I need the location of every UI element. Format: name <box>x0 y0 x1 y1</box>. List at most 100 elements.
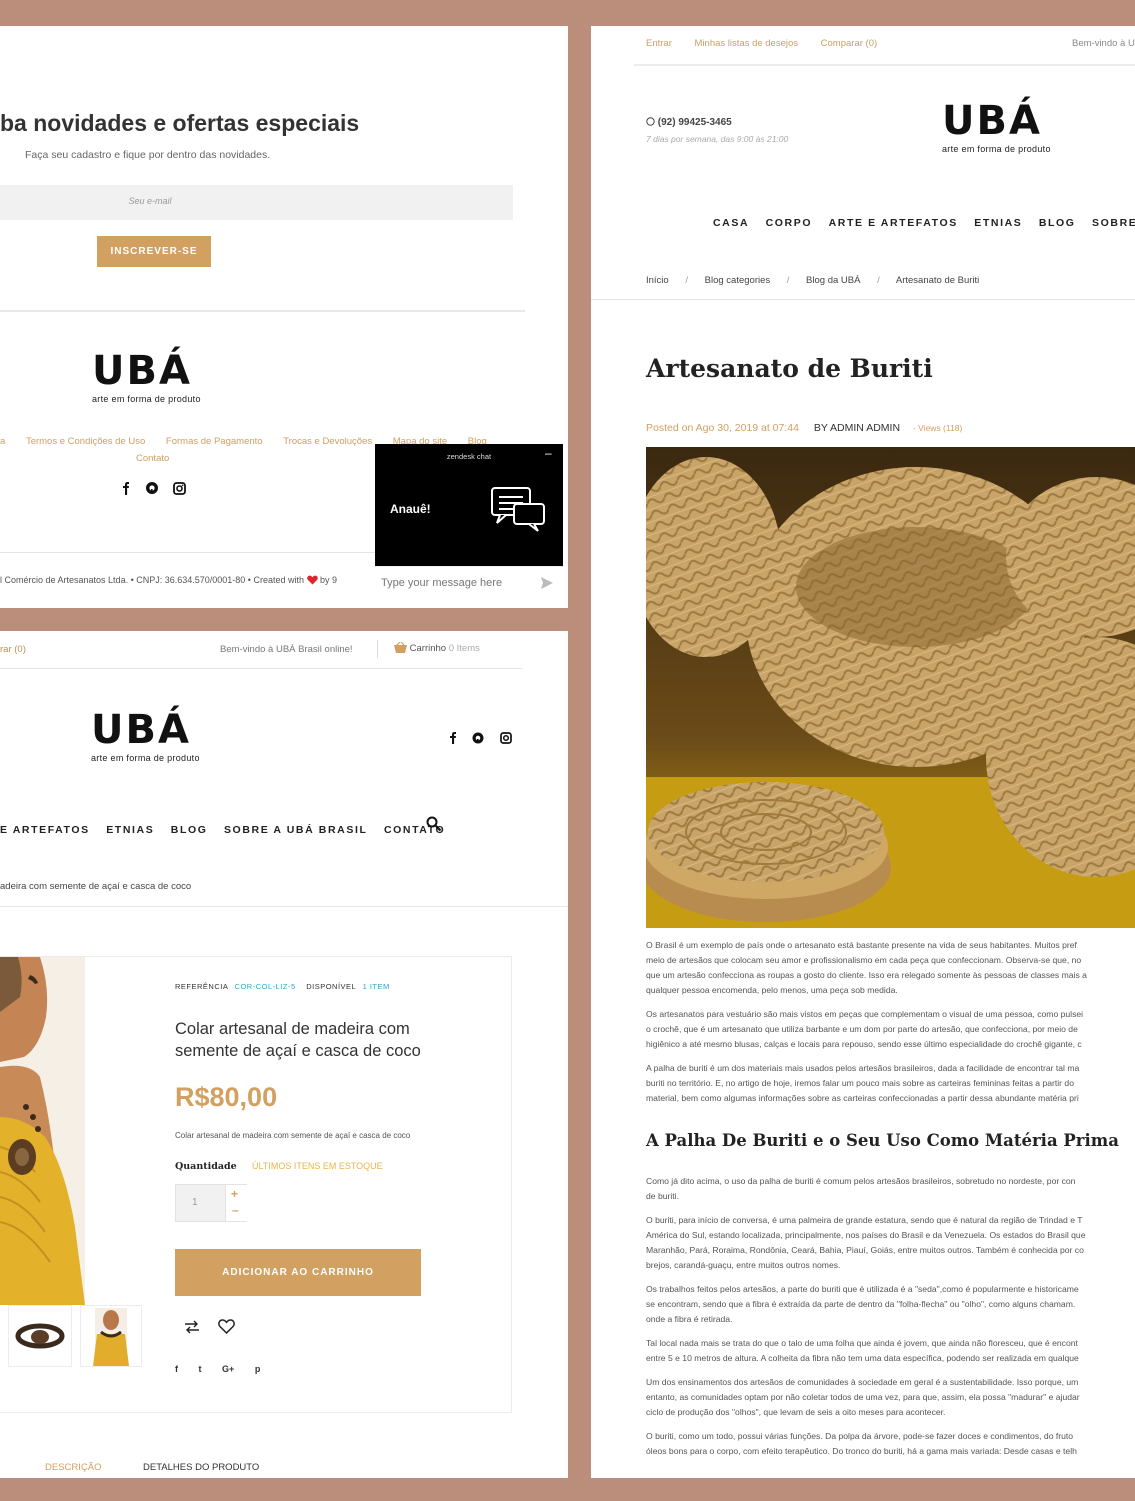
header-logo[interactable]: UBÁ arte em forma de produto <box>91 709 200 763</box>
newsletter-footer-panel: ba novidades e ofertas especiais Faça se… <box>0 26 568 608</box>
email-placeholder: Seu e-mail <box>128 196 172 206</box>
login-link[interactable]: Entrar <box>646 38 672 49</box>
paragraph-9: O buriti, como um todo, possui várias fu… <box>646 1431 1077 1456</box>
quantity-input[interactable]: 1 <box>192 1197 198 1208</box>
header-social <box>448 730 514 746</box>
facebook-icon[interactable] <box>450 732 456 744</box>
paragraph-5: O buriti, para início de conversa, é uma… <box>646 1215 1086 1270</box>
main-nav: E ARTEFATOS ETNIAS BLOG SOBRE A UBÁ BRAS… <box>0 820 445 838</box>
chat-minimize-button[interactable]: – <box>545 446 552 460</box>
available-value: 1 ITEM <box>362 982 390 991</box>
thumbnail-necklace[interactable] <box>8 1305 72 1367</box>
share-links: f t G+ p <box>175 1364 260 1374</box>
phone-number[interactable]: (92) 99425-3465 <box>646 117 732 128</box>
quantity-label: Quantidade <box>175 1161 237 1172</box>
nav-item-etnias[interactable]: ETNIAS <box>974 217 1022 229</box>
copyright: l Comércio de Artesanatos Ltda. • CNPJ: … <box>0 575 338 585</box>
paragraph-2: Os artesanatos para vestuário são mais v… <box>646 1009 1084 1049</box>
add-to-cart-button[interactable]: ADICIONAR AO CARRINHO <box>175 1249 421 1296</box>
nav-item-blog[interactable]: BLOG <box>1039 217 1076 229</box>
post-featured-image <box>646 447 1135 928</box>
opening-hours: 7 dias por semana, das 9:00 às 21:00 <box>646 134 789 144</box>
post-body-main: Como já dito acima, o uso da palha de bu… <box>646 1174 1086 1468</box>
breadcrumb-blog-categories[interactable]: Blog categories <box>705 275 770 286</box>
tab-description[interactable]: DESCRIÇÃO <box>45 1462 101 1473</box>
nav-item-casa[interactable]: CASA <box>713 217 749 229</box>
wishlist-heart-icon[interactable] <box>218 1319 235 1334</box>
pinterest-icon[interactable] <box>472 732 484 744</box>
share-pinterest-icon[interactable]: p <box>255 1364 261 1374</box>
compare-arrows-icon[interactable] <box>184 1320 200 1334</box>
post-author: BY ADMIN ADMIN <box>813 422 901 434</box>
facebook-icon[interactable] <box>123 482 129 495</box>
nav-item-sobre[interactable]: SOBRE A UBÁ BRASIL <box>224 824 368 836</box>
product-title: Colar artesanal de madeira com semente d… <box>175 1020 421 1060</box>
cart-link[interactable]: Carrinho 0 Items <box>394 641 480 654</box>
post-date: Posted on Ago 30, 2019 at 07:44 <box>646 422 799 434</box>
breadcrumb-blog[interactable]: Blog da UBÁ <box>806 275 860 286</box>
nav-item-etnias[interactable]: ETNIAS <box>106 824 154 836</box>
topbar-links: Entrar Minhas listas de desejos Comparar… <box>646 38 877 49</box>
quantity-increment-button[interactable]: + <box>231 1187 238 1201</box>
product-short-description: Colar artesanal de madeira com semente d… <box>175 1131 411 1140</box>
breadcrumb-current: Artesanato de Buriti <box>895 275 980 286</box>
wishlist-link[interactable]: Minhas listas de desejos <box>695 38 799 49</box>
footer-link-payment[interactable]: Formas de Pagamento <box>166 436 263 447</box>
send-icon[interactable] <box>541 577 553 589</box>
share-twitter-icon[interactable]: t <box>199 1364 202 1374</box>
stock-note: ÚLTIMOS ITENS EM ESTOQUE <box>252 1161 383 1171</box>
main-nav: CASA CORPO ARTE E ARTEFATOS ETNIAS BLOG … <box>713 213 1135 231</box>
share-googleplus-icon[interactable]: G+ <box>222 1364 234 1374</box>
blog-page-panel: Entrar Minhas listas de desejos Comparar… <box>591 26 1135 1478</box>
footer-logo[interactable]: UBÁ arte em forma de produto <box>92 350 201 404</box>
instagram-icon[interactable] <box>500 732 512 744</box>
breadcrumb: Início / Blog categories / Blog da UBÁ /… <box>646 275 980 286</box>
post-meta: Posted on Ago 30, 2019 at 07:44 BY ADMIN… <box>646 422 962 434</box>
instagram-icon[interactable] <box>173 482 186 495</box>
tab-product-details[interactable]: DETALHES DO PRODUTO <box>143 1462 259 1473</box>
breadcrumb-home[interactable]: Início <box>646 275 669 286</box>
newsletter-heading: ba novidades e ofertas especiais <box>0 110 360 136</box>
product-price: R$80,00 <box>175 1082 278 1112</box>
nav-item-arte[interactable]: ARTE E ARTEFATOS <box>829 217 958 229</box>
paragraph-8: Um dos ensinamentos dos artesãos de comu… <box>646 1377 1080 1417</box>
product-page-panel: rar (0) Bem-vindo à UBÁ Brasil online! C… <box>0 631 568 1478</box>
footer-link-terms[interactable]: Termos e Condições de Uso <box>26 436 145 447</box>
footer-link[interactable]: a <box>0 436 5 447</box>
search-icon[interactable] <box>426 816 442 832</box>
share-facebook-icon[interactable]: f <box>175 1364 178 1374</box>
product-image[interactable] <box>0 957 85 1305</box>
paragraph-3: A palha de buriti é um dos materiais mai… <box>646 1063 1080 1103</box>
paragraph-4: Como já dito acima, o uso da palha de bu… <box>646 1176 1076 1201</box>
subscribe-button[interactable]: INSCREVER-SE <box>97 236 211 267</box>
thumbnail-model[interactable] <box>80 1305 142 1367</box>
paragraph-6: Os trabalhos feitos pelos artesãos, a pa… <box>646 1284 1079 1324</box>
compare-link[interactable]: rar (0) <box>0 644 26 655</box>
nav-item-corpo[interactable]: CORPO <box>766 217 813 229</box>
pinterest-icon[interactable] <box>146 482 158 494</box>
cart-basket-icon <box>394 641 407 653</box>
whatsapp-icon <box>646 117 655 126</box>
post-views: - Views (118) <box>912 423 963 433</box>
nav-item-arte[interactable]: E ARTEFATOS <box>0 824 90 836</box>
nav-item-sobre[interactable]: SOBRE A UBÁ B <box>1092 217 1135 229</box>
zendesk-chat-widget[interactable]: zendesk chat – Anauê! <box>375 444 563 566</box>
nav-item-blog[interactable]: BLOG <box>171 824 208 836</box>
paragraph-7: Tal local nada mais se trata do que o ta… <box>646 1338 1079 1363</box>
footer-social <box>120 480 195 496</box>
header-logo[interactable]: UBÁ arte em forma de produto <box>942 100 1051 154</box>
quantity-decrement-button[interactable]: – <box>232 1203 239 1217</box>
paragraph-1: O Brasil é um exemplo de país onde o art… <box>646 940 1087 995</box>
footer-link-returns[interactable]: Trocas e Devoluções <box>283 436 372 447</box>
breadcrumb: adeira com semente de açaí e casca de co… <box>0 881 192 892</box>
reference-value: COR-COL-LIZ-5 <box>234 982 296 991</box>
zendesk-title: zendesk chat <box>446 452 492 461</box>
chat-message-input[interactable]: Type your message here <box>375 566 563 601</box>
post-subheading: A Palha De Buriti e o Seu Uso Como Matér… <box>646 1131 1119 1150</box>
welcome-text: Bem-vindo à UBÁ Brasil online! <box>220 644 353 655</box>
heart-icon <box>306 575 318 585</box>
footer-link-contact[interactable]: Contato <box>136 453 169 464</box>
compare-link[interactable]: Comparar (0) <box>821 38 878 49</box>
quantity-stepper[interactable]: 1 + – <box>175 1184 247 1222</box>
email-field[interactable]: Seu e-mail <box>0 185 513 220</box>
